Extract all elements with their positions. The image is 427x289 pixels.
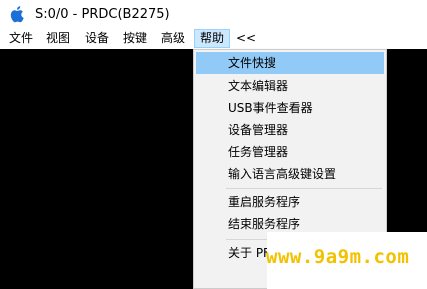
menu-item-label: USB事件查看器 xyxy=(228,101,313,115)
menu-file[interactable]: 文件 xyxy=(9,30,33,47)
menu-item-input-language-settings[interactable]: 输入语言高级键设置 xyxy=(196,163,384,185)
menu-separator xyxy=(226,188,382,189)
title-bar: S:0/0 - PRDC(B2275) xyxy=(0,0,427,28)
menu-item-label: 文本编辑器 xyxy=(228,79,289,93)
menu-keys[interactable]: 按键 xyxy=(123,30,147,47)
menu-item-device-manager[interactable]: 设备管理器 xyxy=(196,119,384,141)
apple-logo-icon xyxy=(10,6,24,23)
window-title: S:0/0 - PRDC(B2275) xyxy=(35,7,170,22)
menu-item-task-manager[interactable]: 任务管理器 xyxy=(196,141,384,163)
menu-item-label: 文件快搜 xyxy=(228,56,277,70)
menu-item-label: 输入语言高级键设置 xyxy=(228,167,337,181)
menu-collapse[interactable]: << xyxy=(236,30,256,47)
watermark: www.9a9m.com xyxy=(266,246,410,268)
menu-item-usb-event-viewer[interactable]: USB事件查看器 xyxy=(196,97,384,119)
menu-item-label: 设备管理器 xyxy=(228,123,289,137)
menu-advanced[interactable]: 高级 xyxy=(161,30,185,47)
menu-item-file-search[interactable]: 文件快搜 xyxy=(196,52,384,74)
menu-bar: 文件 视图 设备 按键 高级 帮助 << xyxy=(0,28,427,49)
menu-item-label: 关于 PF xyxy=(228,246,270,260)
menu-help[interactable]: 帮助 xyxy=(194,29,230,48)
menu-item-label: 重启服务程序 xyxy=(228,195,301,209)
menu-device[interactable]: 设备 xyxy=(85,30,109,47)
menu-view[interactable]: 视图 xyxy=(46,30,70,47)
menu-item-restart-service[interactable]: 重启服务程序 xyxy=(196,191,384,213)
menu-item-text-editor[interactable]: 文本编辑器 xyxy=(196,75,384,97)
menu-item-label: 任务管理器 xyxy=(228,145,289,159)
